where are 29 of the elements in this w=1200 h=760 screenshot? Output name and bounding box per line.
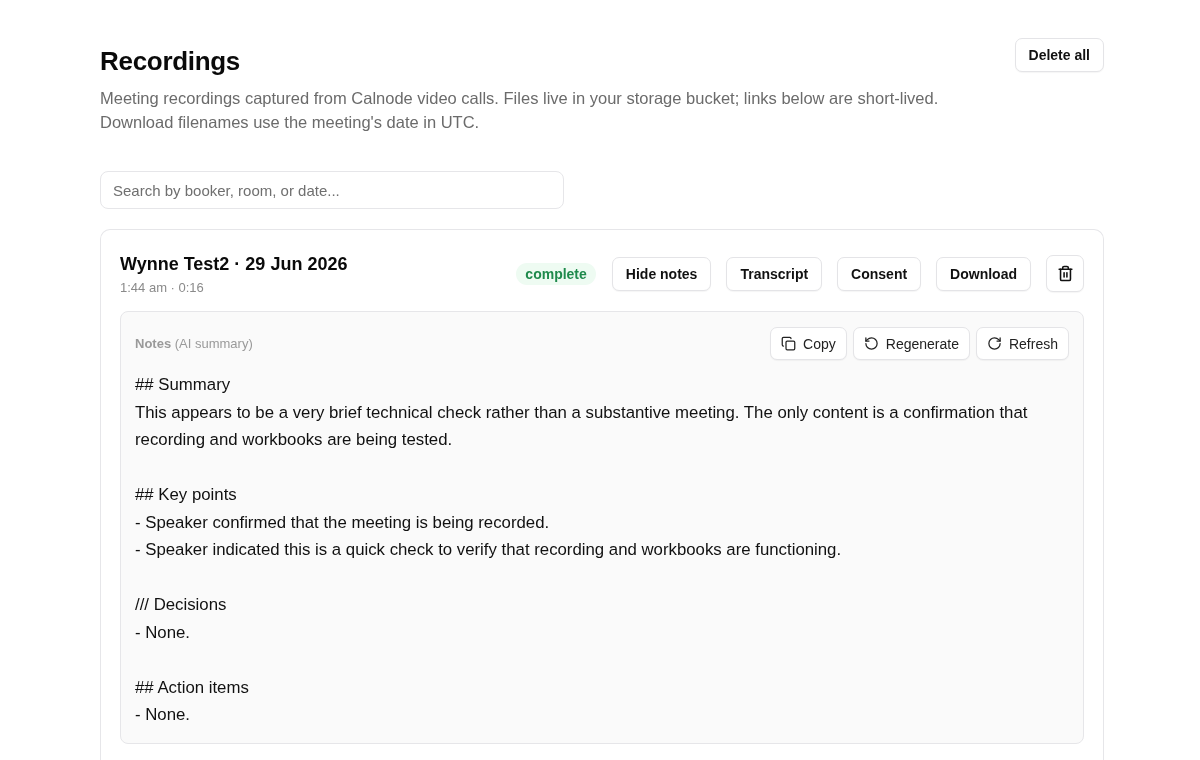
rotate-arrow-icon: [863, 336, 879, 351]
action-button[interactable]: Hide notes: [611, 256, 712, 291]
notes-text: - None.: [135, 704, 192, 726]
page-description: Meeting recordings captured from Calnode video calls. Files live in your storage bucket; links below are short-lived. Download filenames use the meeting's date in UTC.: [100, 88, 940, 133]
trash-icon: [1056, 265, 1074, 282]
notes-button[interactable]: Regenerate: [852, 327, 970, 360]
recording-title: Wynne Test2 · 29 Jun 2026: [120, 253, 348, 276]
recording-meta: 1:44 am · 0:16: [120, 280, 205, 296]
page-title: Recordings: [100, 45, 242, 78]
notes-heading: ## Action items: [135, 676, 250, 699]
notes-heading: ## Summary: [135, 374, 232, 396]
notes-button[interactable]: Refresh: [975, 327, 1069, 360]
delete-button[interactable]: [1046, 255, 1084, 292]
notes-text: This appears to be a very brief technical check rather than a substantive meeting. The only content is a confirmation that recording and workbooks are being tested.: [135, 401, 1029, 451]
notes-heading: /// Decisions: [135, 594, 228, 616]
action-button[interactable]: Transcript: [726, 256, 823, 291]
notes-text: - Speaker indicated this is a quick check to verify that recording and workbooks are functioning.: [135, 539, 843, 561]
notes-heading: ## Key points: [135, 484, 238, 506]
notes-text: - Speaker confirmed that the meeting is being recorded.: [135, 511, 551, 534]
search-field[interactable]: Search by booker, room, or date...: [100, 171, 564, 209]
status-badge: complete: [516, 262, 596, 285]
refresh-icon: [986, 336, 1002, 351]
copy-icon: [781, 336, 797, 351]
notes-button[interactable]: Copy: [770, 327, 847, 360]
notes-label: Notes (AI summary): [135, 336, 253, 351]
notes-text: - None.: [135, 621, 192, 644]
action-button[interactable]: Download: [936, 256, 1031, 291]
delete-all-button[interactable]: Delete all: [1014, 38, 1104, 72]
action-button[interactable]: Consent: [837, 256, 922, 291]
